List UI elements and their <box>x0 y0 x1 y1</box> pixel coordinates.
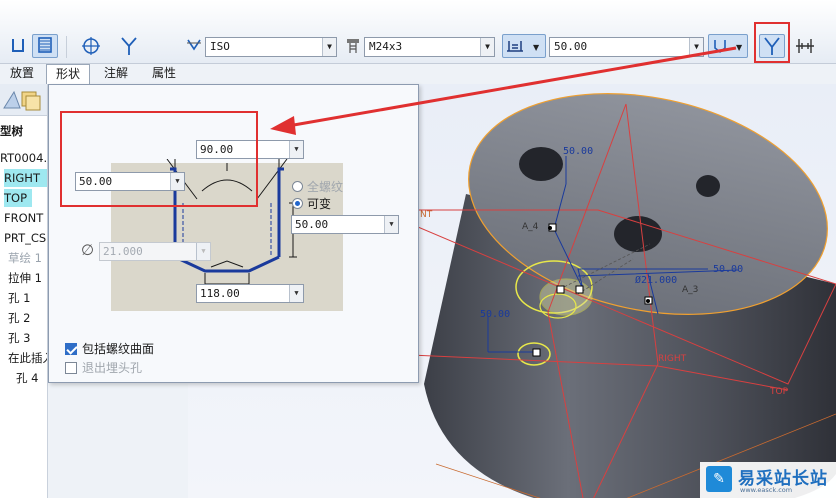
dimension-label-diameter[interactable]: Ø21.000 <box>635 275 677 286</box>
radio-full-thread[interactable]: 全螺纹 <box>292 178 343 195</box>
datum-label-right: RIGHT <box>658 354 687 364</box>
sketch-hole-button[interactable] <box>78 34 104 58</box>
tree-item-top[interactable]: TOP <box>4 189 32 207</box>
standard-combo-value: ISO <box>210 40 230 53</box>
depth-type-button[interactable]: ▼ <box>502 34 546 58</box>
svg-text:▼: ▼ <box>533 43 540 52</box>
chevron-down-icon[interactable]: ▼ <box>289 285 303 302</box>
axis-label-a3: A_3 <box>682 285 699 295</box>
tree-item-sketch1[interactable]: 草绘 1 <box>8 249 42 267</box>
model-tree: 型树 RT0004.P RIGHT TOP FRONT PRT_CS 草绘 1 … <box>0 84 48 498</box>
tree-item-extrude1[interactable]: 拉伸 1 <box>8 269 42 287</box>
simple-hole-button[interactable] <box>6 34 30 58</box>
standard-hole-icon <box>38 37 52 53</box>
tab-row: 放置 形状 注解 属性 <box>0 64 836 85</box>
tree-item-hole1[interactable]: 孔 1 <box>8 289 30 307</box>
tree-item-insert-here[interactable]: 在此插入 <box>8 349 47 367</box>
dimension-label-top[interactable]: 50.00 <box>563 146 593 157</box>
radio-variable[interactable]: 可变 <box>292 195 331 212</box>
screw-size-combo-value: M24x3 <box>369 40 403 53</box>
hole-center-point <box>548 226 552 230</box>
screw-size-icon-button[interactable] <box>342 34 364 58</box>
tree-item-hole2[interactable]: 孔 2 <box>8 309 30 327</box>
simple-hole-icon <box>12 39 24 52</box>
tree-item-right[interactable]: RIGHT <box>4 169 47 187</box>
handle-center-2[interactable] <box>575 285 584 294</box>
tab-placement[interactable]: 放置 <box>2 64 42 84</box>
countersink-button[interactable]: ▼ <box>708 34 748 58</box>
dimension-label-left[interactable]: 50.00 <box>480 309 510 320</box>
annotation-box-panel <box>60 111 258 207</box>
depth-combo-value: 50.00 <box>554 40 588 53</box>
chevron-down-icon[interactable]: ▼ <box>480 38 494 56</box>
tree-item-part[interactable]: RT0004.P <box>0 149 47 167</box>
datum-label-front: NT <box>420 210 433 220</box>
tree-toolbar <box>0 84 47 116</box>
tree-title: 型树 <box>0 124 23 138</box>
drill-depth-value: 118.00 <box>200 287 240 300</box>
tab-shape[interactable]: 形状 <box>46 64 90 85</box>
annotation-box-toolbar <box>754 22 790 63</box>
axis-label-a4: A_4 <box>522 222 539 232</box>
tree-item-hole3[interactable]: 孔 3 <box>8 329 30 347</box>
standard-combo[interactable]: ISO ▼ <box>205 37 337 57</box>
thread-icon <box>187 39 201 51</box>
thread-end-icon <box>796 39 814 53</box>
thread-end-button[interactable] <box>792 34 818 58</box>
tab-notes[interactable]: 注解 <box>94 64 138 84</box>
radio-variable-label: 可变 <box>307 197 332 211</box>
crosshair-icon <box>82 37 100 55</box>
watermark-sub: www.easck.com <box>740 486 793 494</box>
watermark-logo-icon: ✎ <box>706 466 732 492</box>
chevron-down-icon[interactable]: ▼ <box>196 243 210 260</box>
drill-point-button[interactable] <box>116 34 142 58</box>
chevron-down-icon[interactable]: ▼ <box>322 38 336 56</box>
exit-countersink-checkbox[interactable]: 退出埋头孔 <box>65 359 142 376</box>
watermark: ✎ 易采站长站 www.easck.com <box>700 462 836 498</box>
depth-combo[interactable]: 50.00 ▼ <box>549 37 704 57</box>
hole-3[interactable] <box>614 216 662 252</box>
blind-depth-icon: ▼ <box>507 41 540 52</box>
exit-countersink-label: 退出埋头孔 <box>82 361 143 375</box>
standard-hole-button[interactable] <box>32 34 58 58</box>
tab-properties[interactable]: 属性 <box>142 64 186 84</box>
dashboard-toolbar: ISO ▼ M24x3 ▼ ▼ 50.00 ▼ ▼ <box>0 0 836 64</box>
tree-tabs-icon[interactable] <box>0 84 48 116</box>
dimension-label-right[interactable]: 50.00 <box>713 264 743 275</box>
checkbox-box <box>65 343 77 355</box>
tree-item-front[interactable]: FRONT <box>4 209 43 227</box>
handle-exit[interactable] <box>532 348 541 357</box>
svg-text:▼: ▼ <box>736 43 743 52</box>
screw-icon <box>347 39 359 53</box>
checkbox-box <box>65 362 77 374</box>
include-thread-surface-checkbox[interactable]: 包括螺纹曲面 <box>65 340 154 357</box>
drill-depth-field[interactable]: 118.00 ▼ <box>196 284 304 303</box>
variable-depth-field[interactable]: 50.00 ▼ <box>291 215 399 234</box>
include-thread-surface-label: 包括螺纹曲面 <box>82 342 155 356</box>
radio-dot <box>292 198 303 209</box>
chevron-down-icon[interactable]: ▼ <box>384 216 398 233</box>
radio-full-thread-label: 全螺纹 <box>307 180 344 194</box>
axis-point <box>646 299 650 303</box>
screw-size-combo[interactable]: M24x3 ▼ <box>364 37 495 57</box>
hole-2[interactable] <box>696 175 720 197</box>
variable-depth-value: 50.00 <box>295 218 329 231</box>
hole-1[interactable] <box>519 147 563 181</box>
countersink-icon: ▼ <box>714 40 743 54</box>
handle-center-1[interactable] <box>556 285 565 294</box>
diameter-value: 21.000 <box>103 245 143 258</box>
datum-label-top: TOP <box>770 387 789 397</box>
thread-standard-icon-button[interactable] <box>182 34 206 58</box>
chevron-down-icon[interactable]: ▼ <box>689 38 703 56</box>
tree-item-hole4[interactable]: 孔 4 <box>16 369 38 387</box>
drill-point-icon <box>121 37 137 55</box>
diameter-field[interactable]: 21.000 ▼ <box>99 242 211 261</box>
tree-item-prt-csys[interactable]: PRT_CS <box>4 229 46 247</box>
radio-dot <box>292 181 303 192</box>
chevron-down-icon[interactable]: ▼ <box>289 141 303 158</box>
diameter-icon: ∅ <box>81 241 95 259</box>
